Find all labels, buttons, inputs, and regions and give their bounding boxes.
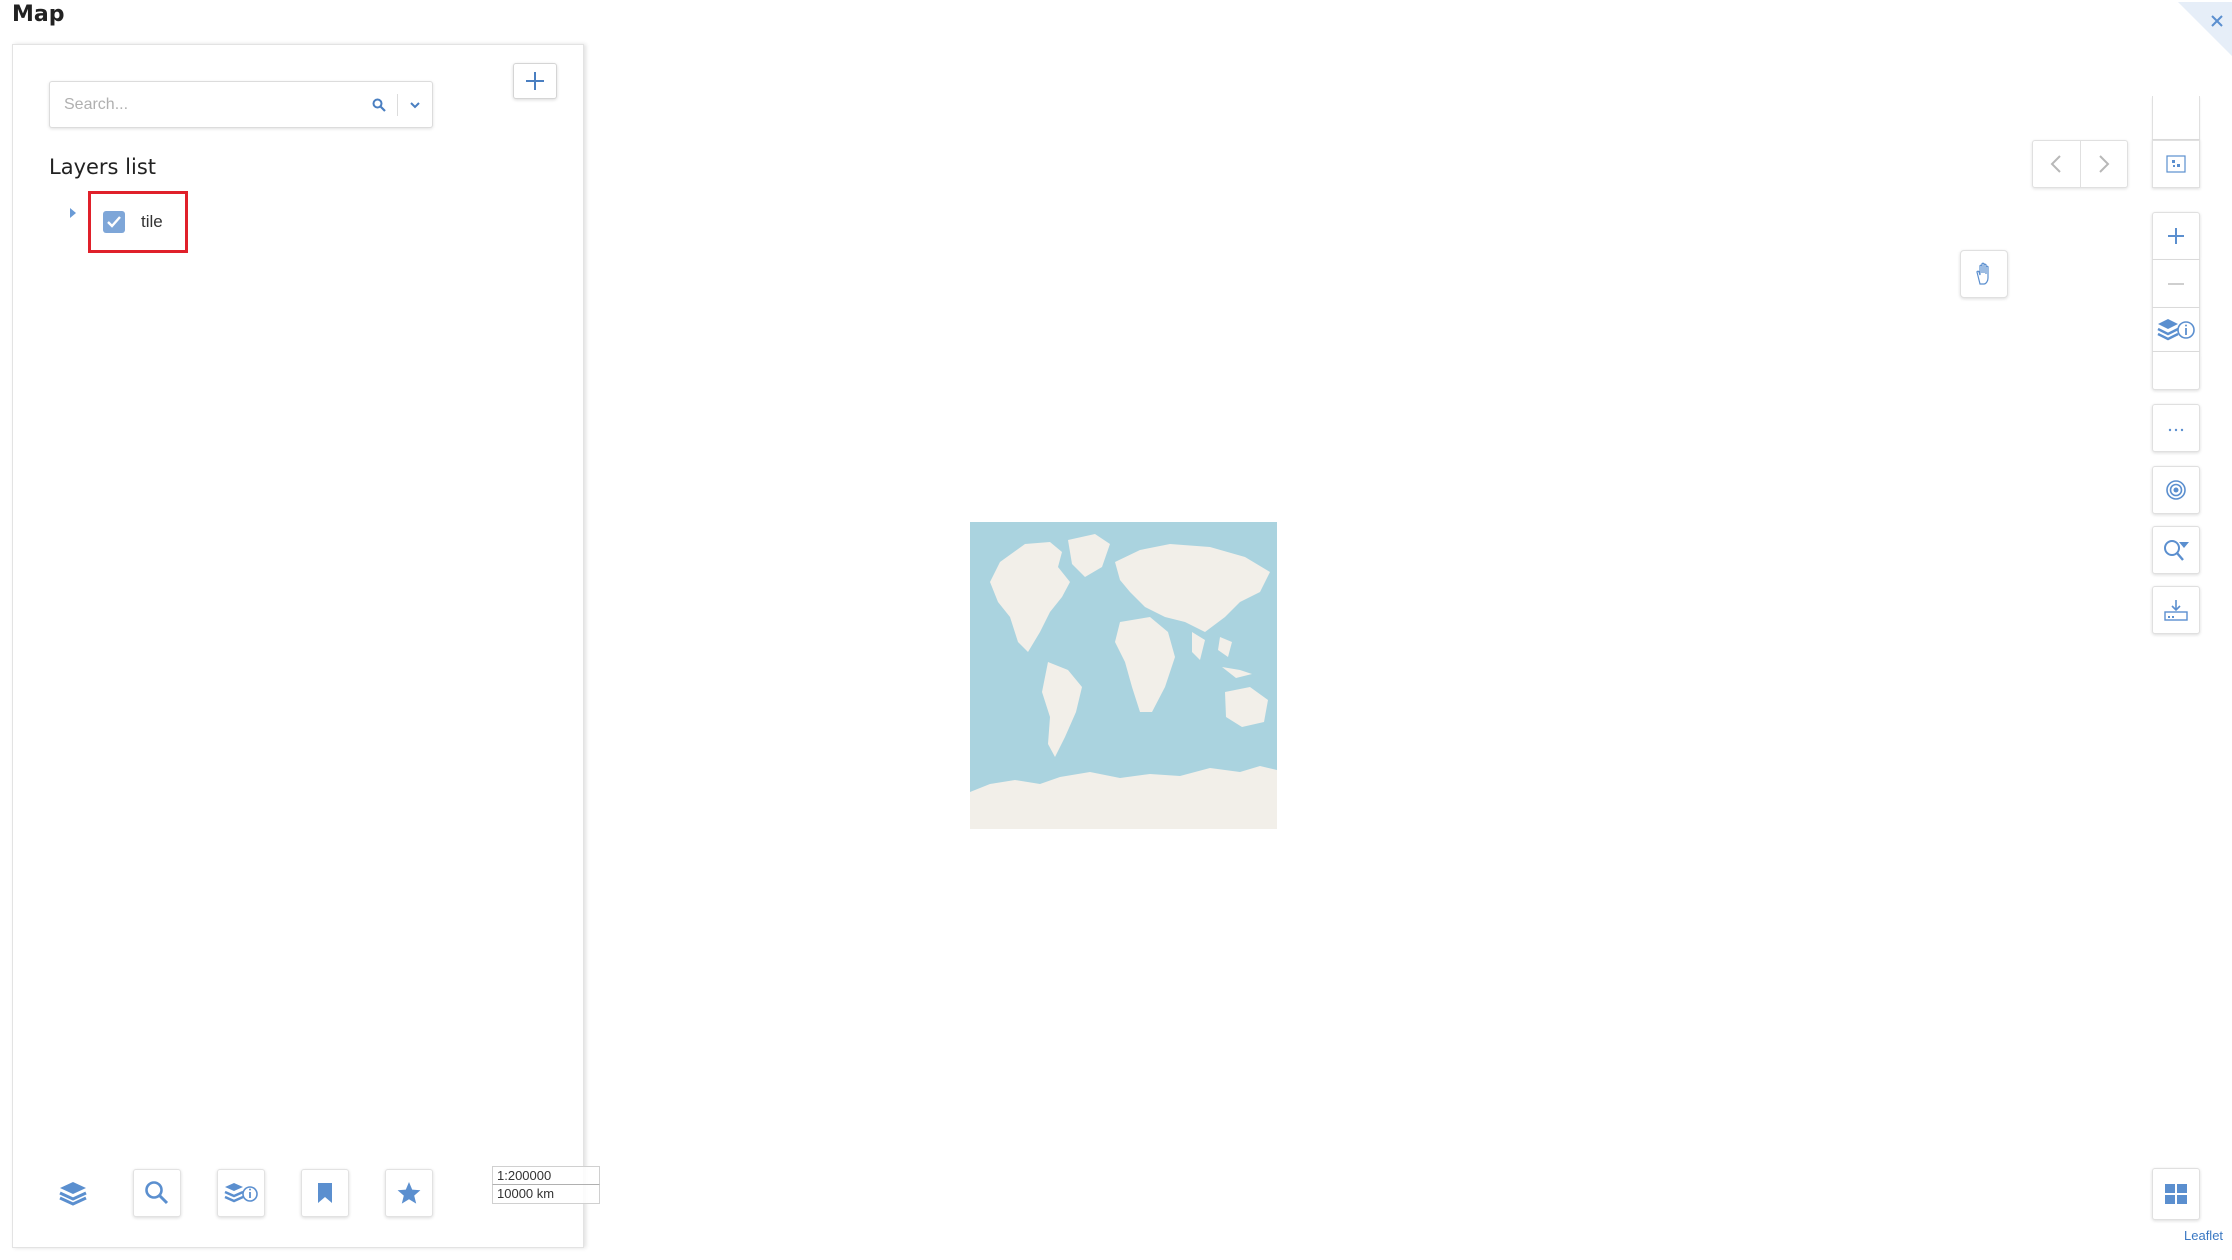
map-history-nav [2032,140,2128,188]
favorites-tool-button[interactable] [385,1169,433,1217]
search-filter-button[interactable] [2152,526,2200,574]
zoom-in-icon [2168,228,2184,244]
identify-button[interactable] [2152,308,2200,352]
pan-tool-button[interactable] [1960,250,2008,298]
leaflet-attribution-link[interactable]: Leaflet [2184,1228,2223,1243]
zoom-out-icon [2168,282,2184,285]
layers-tool-button[interactable] [49,1169,97,1217]
search-filter-icon [2164,540,2189,561]
chevron-left-icon [2050,155,2061,173]
scale-ratio: 1:200000 [492,1166,600,1185]
overview-map-button[interactable] [2152,140,2200,188]
layers-panel: Layers list tile [12,44,584,1248]
search-input[interactable] [50,82,361,127]
download-icon [2164,600,2188,621]
plus-icon [526,72,544,90]
bookmark-tool-button[interactable] [301,1169,349,1217]
search-box [49,81,433,128]
layer-expand-toggle[interactable] [65,205,81,221]
nav-back-button[interactable] [2033,141,2081,187]
layer-visibility-checkbox[interactable] [103,211,125,233]
search-button[interactable] [361,82,397,127]
grid-icon [2165,1184,2187,1204]
export-button[interactable] [2152,586,2200,634]
star-icon [397,1182,421,1204]
add-layer-button[interactable] [513,63,557,99]
toolbar-blank-button[interactable] [2152,96,2200,140]
map-scale: 1:200000 10000 km [492,1166,600,1204]
chevron-down-icon [410,101,420,108]
layer-node-tile[interactable]: tile [88,191,188,253]
zoom-out-button[interactable] [2152,260,2200,308]
world-map-tile[interactable] [970,522,1277,829]
locate-icon [2166,480,2186,500]
hand-icon [1976,262,1989,285]
chevron-right-icon [2099,155,2110,173]
panel-bottom-toolbar [49,1169,433,1217]
layer-info-icon [2157,318,2195,340]
layer-label: tile [141,212,163,231]
search-icon [372,98,386,112]
close-panel-button[interactable] [2176,0,2232,56]
qr-icon [2166,155,2186,173]
search-icon [145,1181,169,1205]
nav-forward-button[interactable] [2081,141,2128,187]
search-options-dropdown[interactable] [398,82,432,127]
close-icon [2178,2,2232,56]
layers-list-title: Layers list [49,155,157,179]
layers-icon [59,1182,87,1206]
more-options-button[interactable] [2152,404,2200,452]
locate-button[interactable] [2152,466,2200,514]
layer-info-icon [224,1183,258,1203]
bookmark-icon [318,1183,332,1203]
background-selector-button[interactable] [2152,1168,2200,1220]
caret-right-icon [70,208,76,218]
zoom-in-button[interactable] [2152,212,2200,260]
app-title: Map [12,2,65,27]
more-icon [2168,428,2184,432]
layer-info-tool-button[interactable] [217,1169,265,1217]
checkmark-icon [107,216,121,228]
search-tool-button[interactable] [133,1169,181,1217]
toolbar-empty-button[interactable] [2152,352,2200,390]
scale-distance: 10000 km [492,1185,600,1204]
